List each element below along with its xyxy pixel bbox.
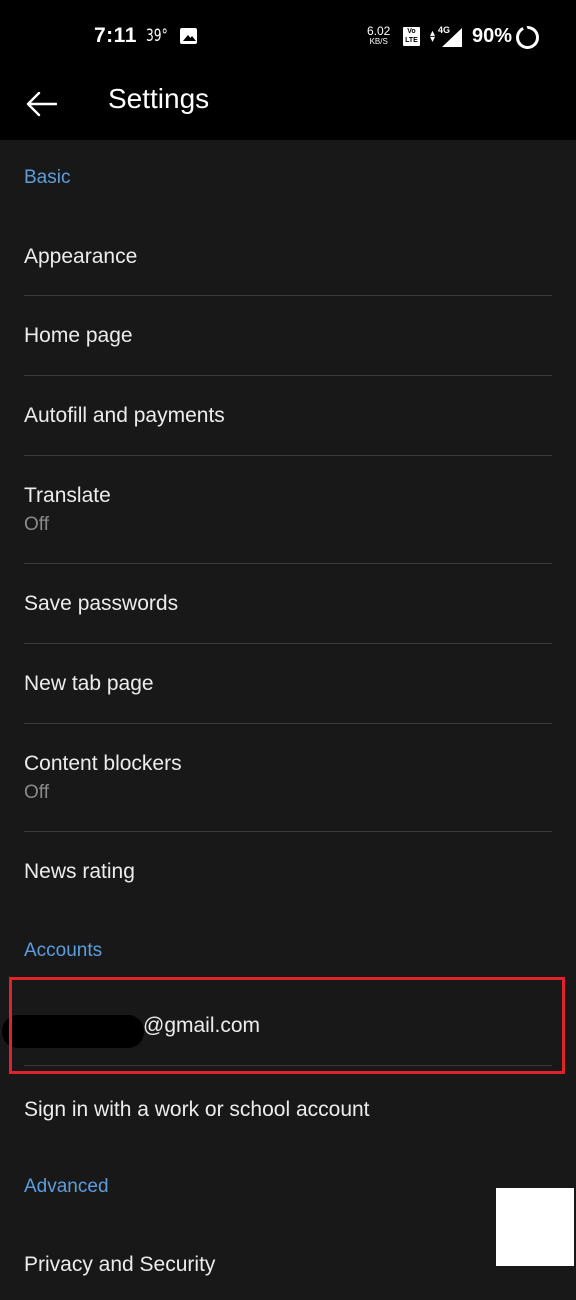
item-title: Home page: [24, 324, 133, 347]
volte-icon: Vo LTE: [403, 27, 420, 46]
status-bar: 7:11 39° 6.02 KB/S Vo LTE ▴ ▾ 4G 90%: [0, 0, 576, 70]
settings-item-content-blockers[interactable]: Content blockers Off: [0, 723, 576, 831]
settings-item-translate[interactable]: Translate Off: [0, 455, 576, 563]
item-title: New tab page: [24, 672, 154, 695]
item-title: Content blockers: [24, 752, 182, 775]
network-speed: 6.02 KB/S: [367, 25, 390, 46]
settings-item-work-school-account[interactable]: Sign in with a work or school account: [0, 1065, 576, 1145]
network-speed-value: 6.02: [367, 24, 391, 38]
data-arrows-icon: ▴ ▾: [430, 28, 436, 45]
item-title: Autofill and payments: [24, 404, 225, 427]
settings-item-autofill-and-payments[interactable]: Autofill and payments: [0, 375, 576, 455]
page-title: Settings: [108, 83, 210, 114]
section-header-basic: Basic: [24, 167, 71, 188]
signal-strength-icon: [442, 28, 462, 47]
section-header-advanced: Advanced: [24, 1176, 109, 1197]
item-title: Appearance: [24, 245, 138, 268]
settings-item-privacy-and-security[interactable]: Privacy and Security: [0, 1220, 576, 1300]
section-header-accounts: Accounts: [24, 940, 103, 961]
settings-item-news-rating[interactable]: News rating: [0, 831, 576, 911]
settings-item-appearance[interactable]: Appearance: [0, 215, 576, 295]
clock: 7:11: [94, 24, 137, 47]
highlight-annotation-box: [9, 977, 565, 1074]
battery-percent: 90%: [472, 25, 513, 47]
settings-item-save-passwords[interactable]: Save passwords: [0, 563, 576, 643]
settings-list: Basic Appearance Home page Autofill and …: [0, 140, 576, 1280]
network-speed-unit: KB/S: [369, 37, 388, 46]
settings-item-home-page[interactable]: Home page: [0, 295, 576, 375]
temperature: 39°: [146, 26, 168, 46]
item-title: Privacy and Security: [24, 1253, 216, 1276]
overlay-square: [496, 1188, 574, 1266]
item-title: Translate: [24, 484, 111, 507]
back-button[interactable]: [18, 80, 66, 128]
settings-item-new-tab-page[interactable]: New tab page: [0, 643, 576, 723]
arrow-left-icon: [26, 91, 57, 117]
signal-icon: ▴ ▾ 4G: [430, 25, 462, 47]
item-title: News rating: [24, 860, 135, 883]
item-title: Sign in with a work or school account: [24, 1098, 370, 1121]
battery-icon: [516, 26, 539, 49]
app-bar: Settings: [0, 70, 576, 140]
gallery-icon: [180, 28, 197, 44]
item-subtitle: Off: [24, 782, 49, 803]
item-title: Save passwords: [24, 592, 179, 615]
item-subtitle: Off: [24, 514, 49, 535]
